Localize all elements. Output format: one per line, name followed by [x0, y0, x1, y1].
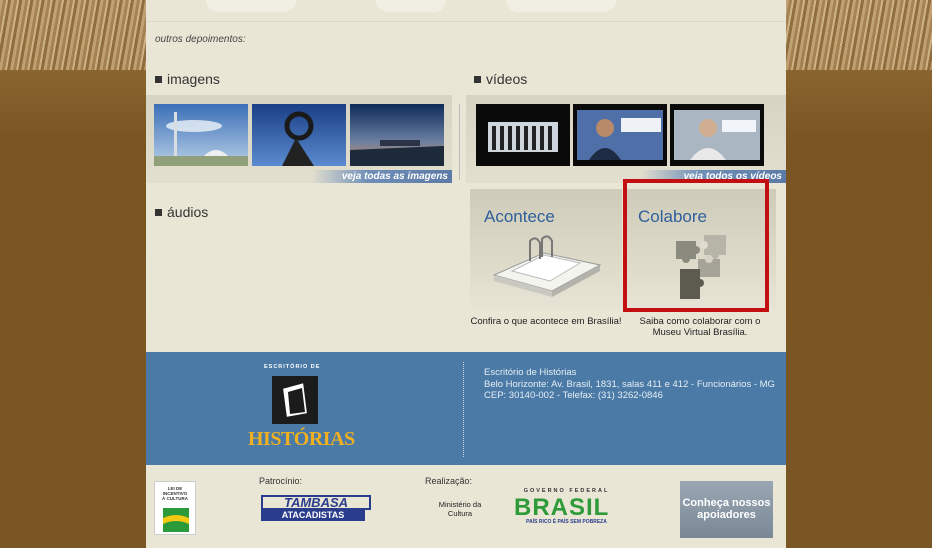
- video-thumb-1[interactable]: [476, 104, 570, 166]
- tambasa-logo[interactable]: TAMBASA ATACADISTAS: [261, 495, 371, 521]
- vertical-divider: [459, 104, 460, 180]
- address-block: Escritório de Histórias Belo Horizonte: …: [484, 367, 784, 402]
- square-bullet-icon: [474, 75, 481, 83]
- calendar-icon: [492, 235, 602, 297]
- highlight-box: [623, 179, 769, 312]
- image-thumb-2[interactable]: [252, 104, 346, 166]
- org-name: Escritório de Histórias: [484, 367, 577, 378]
- realizacao-label: Realização:: [425, 476, 473, 486]
- square-bullet-icon: [155, 75, 162, 83]
- video-thumb-3[interactable]: [670, 104, 764, 166]
- conheca-apoiadores-button[interactable]: Conheça nossos apoiadores: [680, 481, 773, 538]
- book-logo-icon: [272, 376, 318, 424]
- image-thumb-1[interactable]: [154, 104, 248, 166]
- imagens-heading: imagens: [155, 71, 220, 87]
- square-bullet-icon: [155, 208, 162, 216]
- video-thumb-2[interactable]: [573, 104, 667, 166]
- audios-heading: áudios: [155, 204, 208, 220]
- imagens-strip: veja todas as imagens: [146, 95, 452, 183]
- videos-heading: vídeos: [474, 71, 527, 87]
- acontece-description: Confira o que acontece em Brasília!: [470, 316, 622, 327]
- veja-todas-imagens-link[interactable]: veja todas as imagens: [312, 170, 452, 183]
- address-text: Belo Horizonte: Av. Brasil, 1831, salas …: [484, 378, 775, 402]
- escritorio-historias-logo[interactable]: ESCRITÓRIO DE HISTÓRIAS: [242, 356, 355, 456]
- patrocinio-label: Patrocínio:: [259, 476, 303, 486]
- governo-federal-brasil-logo[interactable]: GOVERNO FEDERAL BRASIL PAÍS RICO É PAÍS …: [508, 488, 625, 526]
- left-background-texture: [0, 0, 148, 70]
- acontece-card[interactable]: Acontece Confira o que acontece em Brasí…: [470, 189, 622, 349]
- main-content: outros depoimentos: imagens veja todas a…: [146, 0, 786, 548]
- colabore-description: Saiba como colaborar com o Museu Virtual…: [639, 316, 761, 338]
- acontece-title[interactable]: Acontece: [484, 207, 555, 227]
- videos-strip: veja todos os vídeos: [466, 95, 786, 183]
- brazil-flag-icon: [163, 508, 189, 532]
- ministerio-cultura-logo[interactable]: Ministério da Cultura: [434, 500, 486, 518]
- lei-incentivo-cultura-logo[interactable]: LEI DE INCENTIVO À CULTURA: [154, 481, 196, 535]
- image-thumb-3[interactable]: [350, 104, 444, 166]
- right-background-texture: [786, 0, 932, 70]
- outros-depoimentos-label: outros depoimentos:: [155, 34, 246, 45]
- footer-divider: [463, 362, 464, 457]
- header-remnant: [146, 0, 786, 22]
